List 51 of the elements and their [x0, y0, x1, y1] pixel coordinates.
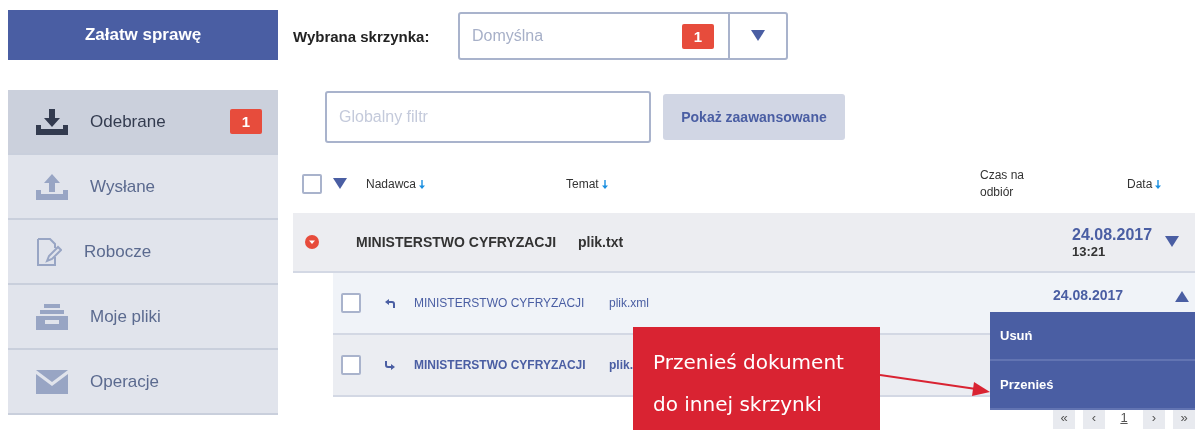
sidebar-item[interactable]: Moje pliki	[8, 285, 278, 350]
sidebar-item[interactable]: Robocze	[8, 220, 278, 285]
upload-tray-icon	[36, 173, 68, 200]
column-header[interactable]: Data	[1127, 175, 1195, 193]
date-text: 24.08.2017	[1072, 225, 1154, 244]
sort-arrow-icon	[1155, 179, 1162, 189]
download-tray-icon	[36, 108, 68, 135]
page-button[interactable]: 1	[1113, 405, 1135, 429]
forward-arrow-icon	[385, 360, 395, 370]
sidebar-item[interactable]: Wysłane	[8, 155, 278, 220]
file-tray-icon	[36, 303, 68, 330]
sidebar-label: Moje pliki	[90, 306, 162, 327]
column-header[interactable]: Nadawca	[366, 175, 566, 193]
envelope-icon	[36, 369, 68, 394]
time-text: 13:21	[1072, 243, 1107, 259]
advanced-button[interactable]: Pokaż zaawansowane	[663, 94, 845, 140]
row-checkbox[interactable]	[341, 293, 361, 313]
subject-text: plik.xml	[609, 296, 649, 310]
count-badge: 1	[681, 23, 714, 49]
caret-icon	[751, 30, 765, 42]
subject-text: plik.	[609, 358, 633, 372]
sidebar-label: Wysłane	[90, 176, 157, 197]
mailbox-label: Wybrana skrzynka:	[293, 27, 431, 45]
sidebar-item[interactable]: Operacje	[8, 350, 278, 415]
caret-icon	[1165, 236, 1179, 248]
callout-text: Przenieś dokument	[653, 349, 845, 376]
action-button[interactable]: Załatw sprawę	[8, 10, 278, 60]
sort-arrow-icon	[601, 179, 608, 189]
sidebar-item[interactable]: Odebrane 1	[8, 90, 278, 155]
mailbox-select[interactable]: Domyślna 1	[458, 12, 788, 60]
filter-field[interactable]: Globalny filtr	[325, 91, 651, 143]
reply-arrow-icon	[385, 298, 395, 308]
document-pencil-icon	[36, 236, 62, 267]
sidebar-label: Odebrane	[90, 111, 167, 132]
mailbox-value: Domyślna	[471, 27, 545, 45]
sidebar-label: Operacje	[90, 371, 160, 392]
date-text: 24.08.2017	[1053, 287, 1125, 303]
subject-text: plik.txt	[578, 234, 625, 250]
sidebar-label: Robocze	[84, 241, 153, 262]
collapse-icon[interactable]	[305, 235, 319, 249]
sender-text: MINISTERSTWO CYFRYZACJI	[356, 234, 558, 250]
row-checkbox[interactable]	[341, 355, 361, 375]
select-all-checkbox[interactable]	[302, 174, 322, 194]
sort-arrow-icon	[419, 179, 426, 189]
sender-text: MINISTERSTWO CYFRYZACJI	[414, 296, 585, 310]
message-group-row[interactable]: MINISTERSTWO CYFRYZACJI plik.txt 24.08.2017 13:21	[293, 213, 1195, 273]
column-header[interactable]: Temat	[566, 175, 980, 193]
sender-text: MINISTERSTWO CYFRYZACJI	[414, 358, 586, 372]
column-header: Czas na odbiór	[980, 167, 1026, 201]
caret-icon	[333, 178, 347, 190]
count-badge: 1	[229, 109, 262, 134]
